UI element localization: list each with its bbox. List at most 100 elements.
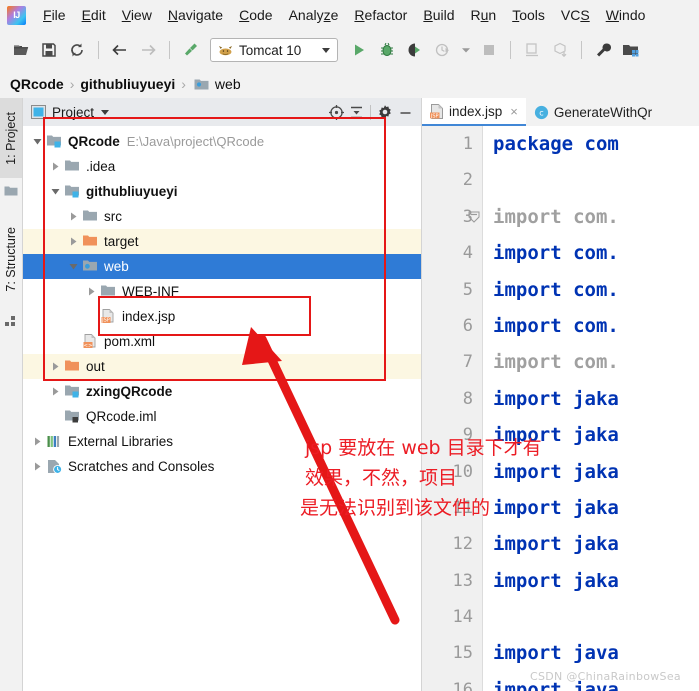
tree-row-qrcode[interactable]: QRcodeE:\Java\project\QRcode [23, 129, 421, 154]
save-all-icon[interactable] [36, 37, 62, 63]
code-line: import java [493, 642, 619, 664]
back-arrow-icon[interactable] [107, 37, 133, 63]
tree-row-index-jsp[interactable]: JSPindex.jsp [23, 304, 421, 329]
run-button[interactable] [346, 37, 372, 63]
code-content[interactable]: package comimport com.import com.import … [483, 126, 699, 691]
sidebar-item-project[interactable]: 1: Project [0, 98, 22, 178]
xml-file-icon-icon: <> [82, 333, 99, 350]
line-number: 10 [422, 454, 482, 490]
code-line: import com. [493, 315, 619, 337]
code-line: import jaka [493, 461, 619, 483]
chevron-right-icon[interactable] [49, 160, 62, 173]
toolbar-divider-4 [581, 41, 582, 59]
line-number: 5 [422, 272, 482, 308]
tree-label: zxingQRcode [86, 384, 172, 399]
tree-label: src [104, 209, 122, 224]
hide-panel-icon[interactable] [395, 101, 415, 123]
line-number: 9 [422, 417, 482, 453]
run-config-name: Tomcat 10 [239, 43, 301, 58]
tree-row-qrcode-iml[interactable]: QRcode.iml [23, 404, 421, 429]
tree-row-pom-xml[interactable]: <>pom.xml [23, 329, 421, 354]
tree-row-src[interactable]: src [23, 204, 421, 229]
tree-row-scratches-and-consoles[interactable]: Scratches and Consoles [23, 454, 421, 479]
chevron-right-icon[interactable] [31, 435, 44, 448]
jsp-file-icon-icon: JSP [100, 308, 117, 325]
menu-item-windo[interactable]: Windo [598, 0, 654, 30]
breadcrumb-item-module[interactable]: githubliuyueyi [80, 76, 175, 92]
menu-item-run[interactable]: Run [463, 0, 505, 30]
menu-item-file[interactable]: File [35, 0, 74, 30]
menu-item-view[interactable]: View [114, 0, 160, 30]
chevron-down-icon[interactable] [49, 185, 62, 198]
chevron-right-icon[interactable] [49, 385, 62, 398]
project-panel-title: Project [52, 105, 94, 120]
chevron-down-icon[interactable] [31, 135, 44, 148]
open-folder-icon[interactable] [8, 37, 34, 63]
project-structure-icon[interactable] [618, 37, 644, 63]
line-number: 8 [422, 381, 482, 417]
sidebar-item-project-label: 1: Project [4, 112, 18, 165]
run-with-coverage-button[interactable] [402, 37, 428, 63]
intellij-idea-logo-icon [7, 6, 26, 25]
jsp-file-icon: JSP [430, 104, 444, 119]
breadcrumb-item-project[interactable]: QRcode [10, 76, 64, 92]
web-folder-icon-icon [82, 258, 99, 275]
tree-row-out[interactable]: out [23, 354, 421, 379]
line-number: 2 [422, 162, 482, 198]
toolbar-divider-3 [510, 41, 511, 59]
sidebar-item-structure-label: 7: Structure [4, 227, 18, 292]
tab-generate-with-qr-label: GenerateWithQr [554, 105, 652, 120]
menu-item-code[interactable]: Code [231, 0, 280, 30]
tree-row--idea[interactable]: .idea [23, 154, 421, 179]
chevron-down-icon[interactable] [322, 48, 330, 53]
svg-text:JSP: JSP [101, 318, 110, 324]
menu-item-tools[interactable]: Tools [504, 0, 553, 30]
tree-row-target[interactable]: target [23, 229, 421, 254]
menu-item-edit[interactable]: Edit [74, 0, 114, 30]
line-number: 16 [422, 672, 482, 691]
menu-item-navigate[interactable]: Navigate [160, 0, 231, 30]
code-editor[interactable]: 12345678910111213141516 package comimpor… [422, 126, 699, 691]
project-folder-icon [4, 184, 18, 198]
close-icon[interactable]: × [510, 104, 518, 119]
collapse-all-icon[interactable] [346, 101, 366, 123]
chevron-right-icon[interactable] [85, 285, 98, 298]
menu-item-refactor[interactable]: Refactor [346, 0, 415, 30]
code-line: import com. [493, 279, 619, 301]
settings-wrench-icon[interactable] [590, 37, 616, 63]
tree-label: web [104, 259, 129, 274]
tree-row-web[interactable]: web [23, 254, 421, 279]
locate-target-icon[interactable] [326, 101, 346, 123]
chevron-right-icon[interactable] [67, 235, 80, 248]
tree-row-external-libraries[interactable]: External Libraries [23, 429, 421, 454]
tree-row-web-inf[interactable]: WEB-INF [23, 279, 421, 304]
breadcrumb-item-web[interactable]: web [215, 76, 241, 92]
run-configuration-selector[interactable]: Tomcat 10 [210, 38, 338, 62]
breadcrumb: QRcode › githubliuyueyi › web [0, 70, 699, 98]
menu-item-vcs[interactable]: VCS [553, 0, 598, 30]
menu-item-build[interactable]: Build [415, 0, 462, 30]
settings-gear-icon[interactable] [375, 101, 395, 123]
chevron-right-icon[interactable] [31, 460, 44, 473]
chevron-right-icon[interactable] [67, 210, 80, 223]
project-tree[interactable]: QRcodeE:\Java\project\QRcode.idea githubl… [23, 126, 421, 691]
tab-generate-with-qr[interactable]: c GenerateWithQr [526, 98, 660, 126]
tree-label: githubliuyueyi [86, 184, 178, 199]
build-hammer-icon[interactable] [178, 37, 204, 63]
line-number: 14 [422, 599, 482, 635]
menu-item-analyze[interactable]: Analyze [281, 0, 347, 30]
sync-icon[interactable] [64, 37, 90, 63]
debug-button[interactable] [374, 37, 400, 63]
sidebar-item-structure[interactable]: 7: Structure [0, 210, 22, 308]
code-line: import com. [493, 242, 619, 264]
code-fold-icon[interactable] [468, 211, 480, 223]
tree-label: QRcode [68, 134, 120, 149]
project-view-chevron-down-icon[interactable] [101, 110, 109, 115]
tab-index-jsp[interactable]: JSP index.jsp × [422, 98, 526, 126]
chevron-right-icon[interactable] [49, 360, 62, 373]
chevron-down-icon[interactable] [67, 260, 80, 273]
tree-row-zxingqrcode[interactable]: zxingQRcode [23, 379, 421, 404]
line-number-gutter: 12345678910111213141516 [422, 126, 483, 691]
forward-arrow-icon [135, 37, 161, 63]
tree-row-githubliuyueyi[interactable]: githubliuyueyi [23, 179, 421, 204]
